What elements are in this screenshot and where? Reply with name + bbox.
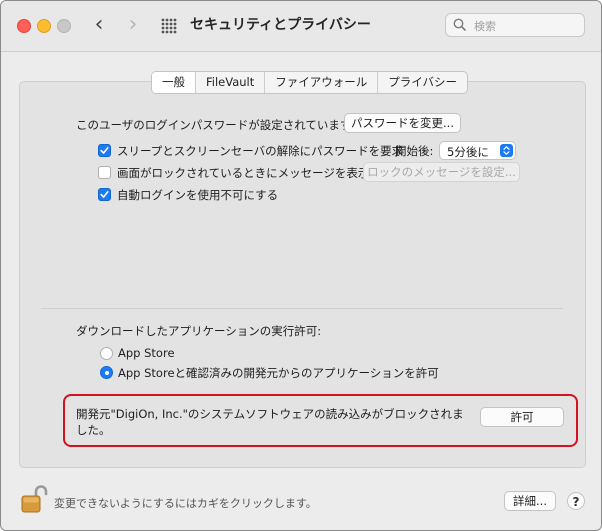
radio-app-store-identified[interactable] <box>100 366 113 379</box>
lock-instruction-text: 変更できないようにするにはカギをクリックします。 <box>54 497 317 510</box>
tab-bar: 一般 FileVault ファイアウォール プライバシー <box>151 71 469 94</box>
blocked-software-message: 開発元"DigiOn, Inc."のシステムソフトウェアの読み込みがブロックされ… <box>76 407 464 437</box>
section-divider <box>41 308 563 309</box>
lock-message-label: 画面がロックされているときにメッセージを表示 <box>117 166 370 180</box>
tab-filevault[interactable]: FileVault <box>196 72 266 93</box>
downloads-heading: ダウンロードしたアプリケーションの実行許可: <box>76 324 322 338</box>
start-after-popup[interactable]: 5分後に <box>439 141 516 160</box>
disable-auto-login-label: 自動ログインを使用不可にする <box>117 188 279 202</box>
change-password-button[interactable]: パスワードを変更... <box>344 113 461 133</box>
forward-arrow-icon[interactable]: › <box>121 13 145 37</box>
title-bar: ‹ › セキュリティとプライバシー <box>1 1 601 52</box>
allow-button[interactable]: 許可 <box>480 407 564 427</box>
disable-auto-login-checkbox[interactable] <box>98 188 111 201</box>
start-after-value: 5分後に <box>447 145 489 159</box>
close-button[interactable] <box>17 19 31 33</box>
tab-general[interactable]: 一般 <box>152 72 196 93</box>
require-password-checkbox[interactable] <box>98 144 111 157</box>
search-icon <box>453 18 466 31</box>
show-all-grid-icon[interactable] <box>161 18 177 34</box>
tab-firewall[interactable]: ファイアウォール <box>265 72 379 93</box>
search-input[interactable] <box>472 17 584 35</box>
popup-chevron-icon <box>500 144 513 157</box>
help-button[interactable]: ? <box>567 492 585 510</box>
unlocked-padlock-icon[interactable] <box>20 484 48 514</box>
require-password-label: スリープとスクリーンセーバの解除にパスワードを要求 <box>117 144 404 158</box>
zoom-button[interactable] <box>57 19 71 33</box>
back-arrow-icon[interactable]: ‹ <box>87 13 111 37</box>
tab-privacy[interactable]: プライバシー <box>378 72 467 93</box>
lock-message-checkbox[interactable] <box>98 166 111 179</box>
radio-app-store-identified-label: App Storeと確認済みの開発元からのアプリケーションを許可 <box>118 366 439 380</box>
checkmark-icon <box>100 147 109 154</box>
checkmark-icon <box>100 191 109 198</box>
radio-app-store-label: App Store <box>118 346 175 360</box>
radio-app-store[interactable] <box>100 347 113 360</box>
set-lock-message-button[interactable]: ロックのメッセージを設定... <box>363 162 520 182</box>
preferences-window: ‹ › セキュリティとプライバシー 一般 FileVault ファイアウォール … <box>0 0 602 531</box>
advanced-button[interactable]: 詳細... <box>504 491 556 511</box>
minimize-button[interactable] <box>37 19 51 33</box>
password-status-text: このユーザのログインパスワードが設定されています <box>76 118 352 132</box>
start-after-label: 開始後: <box>395 144 434 158</box>
window-title: セキュリティとプライバシー <box>190 17 371 33</box>
search-field[interactable] <box>445 13 585 37</box>
